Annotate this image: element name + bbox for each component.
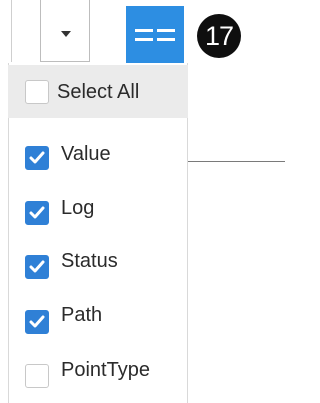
pointtype-checkbox[interactable] bbox=[25, 364, 49, 388]
columns-toggle-button[interactable] bbox=[126, 6, 184, 66]
checkmark-icon bbox=[29, 260, 45, 273]
columns-icon-bar bbox=[157, 38, 175, 41]
value-label: Value bbox=[61, 143, 111, 165]
pointtype-label: PointType bbox=[61, 359, 150, 381]
column-option-pointtype[interactable]: PointType bbox=[8, 346, 188, 396]
columns-icon-bar bbox=[157, 29, 175, 32]
select-all-checkbox[interactable] bbox=[25, 80, 49, 104]
checkmark-icon bbox=[29, 151, 45, 164]
log-checkbox[interactable] bbox=[25, 201, 49, 225]
table-header-divider bbox=[188, 161, 285, 162]
columns-icon-bar bbox=[135, 38, 153, 41]
column-option-log[interactable]: Log bbox=[8, 183, 188, 233]
caret-down-icon bbox=[61, 31, 71, 37]
column-option-status[interactable]: Status bbox=[8, 237, 188, 287]
step-number-badge: 17 bbox=[197, 14, 241, 58]
column-option-value[interactable]: Value bbox=[8, 128, 188, 178]
column-option-path[interactable]: Path bbox=[8, 292, 188, 342]
select-all-option[interactable]: Select All bbox=[8, 65, 188, 118]
value-checkbox[interactable] bbox=[25, 146, 49, 170]
status-checkbox[interactable] bbox=[25, 255, 49, 279]
column-dropdown-trigger[interactable] bbox=[40, 0, 90, 62]
checkmark-icon bbox=[29, 206, 45, 219]
toolbar-edge bbox=[0, 0, 12, 62]
status-label: Status bbox=[61, 250, 118, 272]
path-label: Path bbox=[61, 304, 103, 326]
select-all-label: Select All bbox=[57, 81, 140, 103]
log-label: Log bbox=[61, 197, 95, 219]
path-checkbox[interactable] bbox=[25, 310, 49, 334]
columns-icon-bar bbox=[135, 29, 153, 32]
checkmark-icon bbox=[29, 315, 45, 328]
column-picker-screen: 17 Select All Value Log Status Path Poin… bbox=[0, 0, 285, 403]
